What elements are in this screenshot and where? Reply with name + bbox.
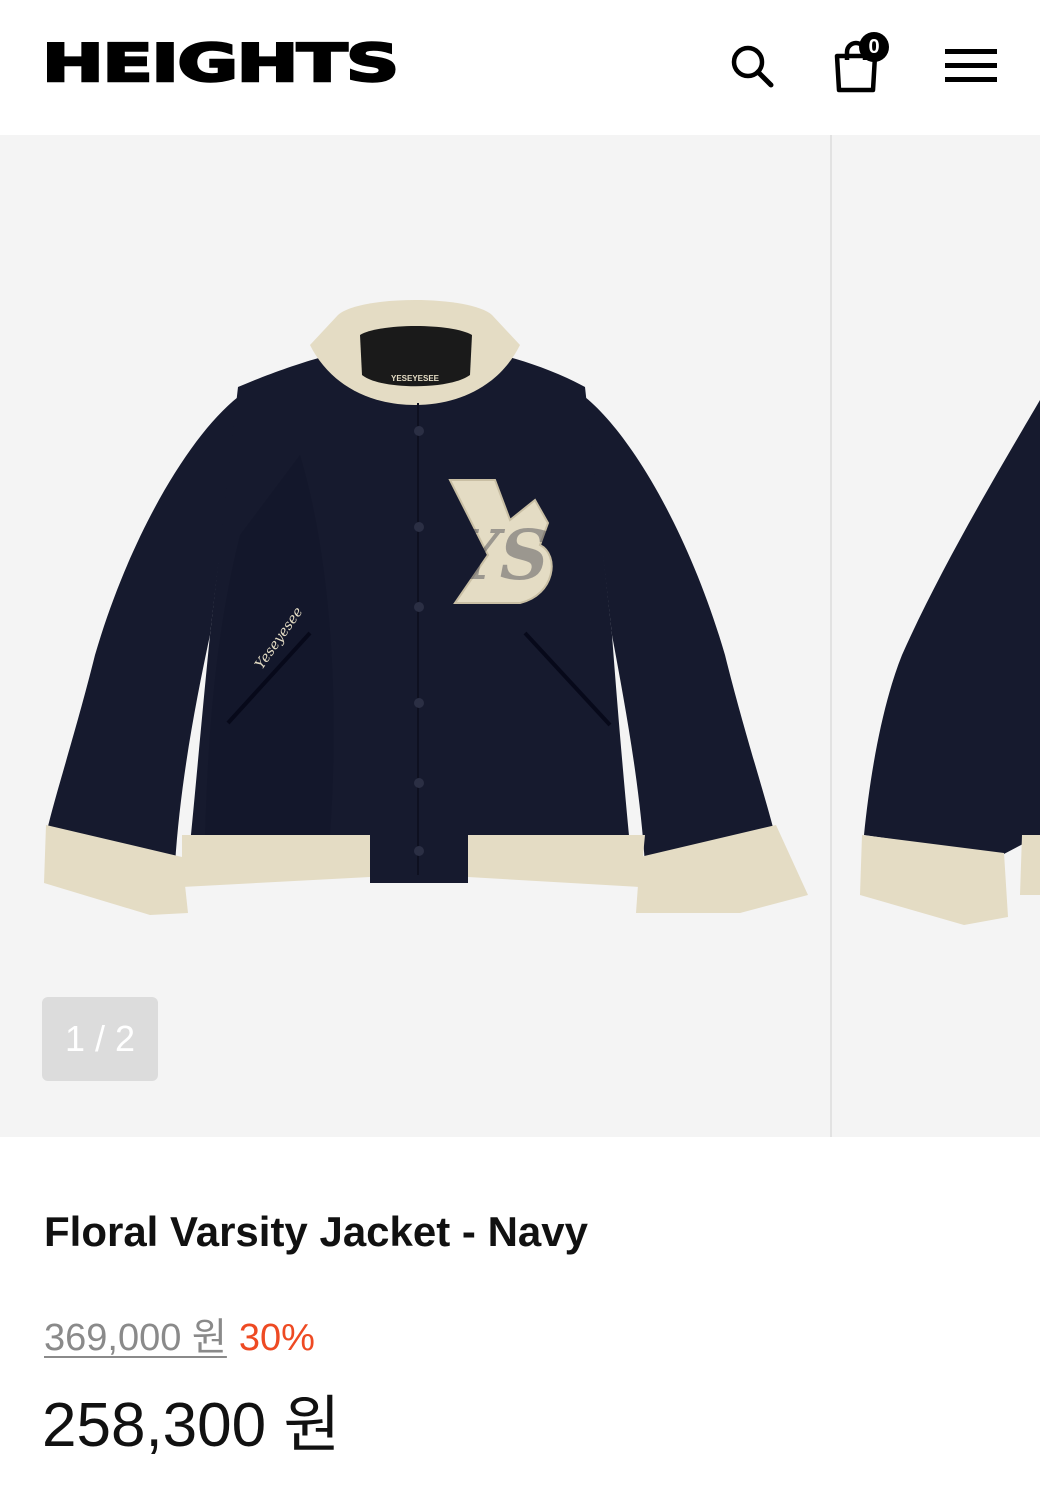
site-header: HEIGHTS 0 <box>0 0 1040 135</box>
product-image-carousel[interactable]: YESEYESEE YS Yeseyesee 1 / 2 <box>0 135 1040 1137</box>
hamburger-menu-icon <box>945 49 997 82</box>
patch-text: YS <box>451 516 549 596</box>
jacket-side-image <box>860 400 1040 925</box>
discount-rate: 30% <box>238 1317 315 1359</box>
menu-button[interactable] <box>940 36 1002 96</box>
sale-price: 258,300 원 <box>42 1391 341 1460</box>
product-image-slide-1[interactable]: YESEYESEE YS Yeseyesee 1 / 2 <box>0 135 830 1137</box>
collar-label: YESEYESEE <box>391 374 440 383</box>
cart-count-badge: 0 <box>859 32 889 62</box>
product-image-slide-2[interactable] <box>832 135 1040 1137</box>
brand-logo[interactable]: HEIGHTS <box>40 33 401 96</box>
jacket-front-image: YESEYESEE YS Yeseyesee <box>44 300 808 915</box>
cart-button[interactable]: 0 <box>826 32 889 96</box>
search-button[interactable] <box>722 36 782 96</box>
price-row: 369,000 원 30% <box>44 1313 315 1363</box>
original-price: 369,000 원 <box>44 1317 227 1359</box>
product-title: Floral Varsity Jacket - Navy <box>44 1208 588 1255</box>
search-icon <box>731 45 774 88</box>
slide-counter: 1 / 2 <box>42 997 158 1081</box>
